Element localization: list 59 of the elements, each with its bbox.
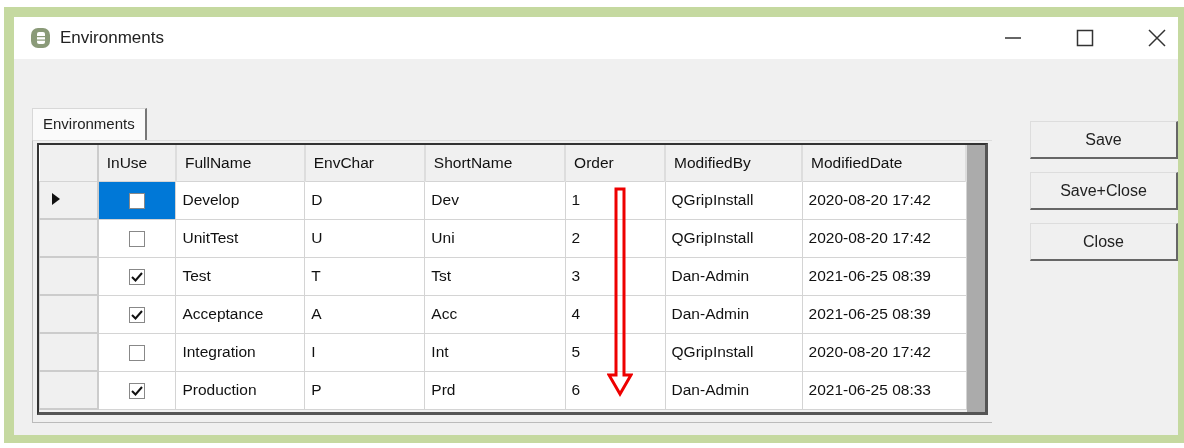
column-header[interactable]: ModifiedDate bbox=[802, 145, 966, 182]
table-cell: 2021-06-25 08:39 bbox=[802, 295, 966, 333]
table-cell: Dan-Admin bbox=[665, 257, 803, 295]
maximize-icon[interactable] bbox=[1076, 29, 1094, 47]
checkbox[interactable] bbox=[129, 193, 146, 210]
table-cell: Dan-Admin bbox=[665, 371, 803, 409]
column-header[interactable]: ModifiedBy bbox=[665, 145, 803, 182]
table-cell: 2021-06-25 08:39 bbox=[802, 257, 966, 295]
current-row-icon bbox=[52, 193, 60, 205]
table-cell: 1 bbox=[565, 181, 666, 219]
table-cell: Acceptance bbox=[175, 295, 305, 333]
table-cell: 2020-08-20 17:42 bbox=[802, 333, 966, 371]
close-icon[interactable] bbox=[1148, 29, 1166, 47]
table-cell: I bbox=[304, 333, 425, 371]
column-header[interactable]: ShortName bbox=[424, 145, 566, 182]
table-cell: Acc bbox=[424, 295, 566, 333]
table-cell: Production bbox=[175, 371, 305, 409]
table-cell: Int bbox=[424, 333, 566, 371]
dialog-button[interactable]: Close bbox=[1030, 223, 1178, 261]
column-header[interactable]: InUse bbox=[97, 145, 176, 182]
table-cell: UnitTest bbox=[175, 219, 305, 257]
table-cell: Dev bbox=[424, 181, 566, 219]
checkbox[interactable] bbox=[129, 306, 146, 323]
table-cell: U bbox=[304, 219, 425, 257]
tab[interactable]: Environments bbox=[32, 108, 147, 141]
row-header[interactable] bbox=[39, 181, 98, 219]
table-cell: Tst bbox=[424, 257, 566, 295]
checkbox[interactable] bbox=[129, 382, 146, 399]
table-cell: QGripInstall bbox=[665, 181, 803, 219]
table-cell: 4 bbox=[565, 295, 666, 333]
database-icon bbox=[30, 27, 52, 49]
table-cell: QGripInstall bbox=[665, 219, 803, 257]
table-cell: 2020-08-20 17:42 bbox=[802, 219, 966, 257]
table-cell: Develop bbox=[175, 181, 305, 219]
table-cell: Integration bbox=[175, 333, 305, 371]
table-cell: T bbox=[304, 257, 425, 295]
table-cell: Prd bbox=[424, 371, 566, 409]
table-cell: A bbox=[304, 295, 425, 333]
dialog-button[interactable]: Save+Close bbox=[1030, 172, 1178, 210]
window-title: Environments bbox=[60, 28, 164, 48]
checkbox[interactable] bbox=[129, 344, 146, 361]
checkbox[interactable] bbox=[129, 268, 146, 285]
column-header[interactable]: EnvChar bbox=[304, 145, 425, 182]
column-header[interactable]: Order bbox=[565, 145, 666, 182]
table-cell: QGripInstall bbox=[665, 333, 803, 371]
table-cell: D bbox=[304, 181, 425, 219]
table-cell: Uni bbox=[424, 219, 566, 257]
table-cell: 2020-08-20 17:42 bbox=[802, 181, 966, 219]
table-cell: Test bbox=[175, 257, 305, 295]
table-cell: 5 bbox=[565, 333, 666, 371]
column-header[interactable]: FullName bbox=[175, 145, 305, 182]
table-cell: P bbox=[304, 371, 425, 409]
dialog-button[interactable]: Save bbox=[1030, 121, 1178, 159]
checkbox[interactable] bbox=[129, 230, 146, 247]
table-cell: 2 bbox=[565, 219, 666, 257]
table-cell: Dan-Admin bbox=[665, 295, 803, 333]
table-cell: 6 bbox=[565, 371, 666, 409]
table-cell: 3 bbox=[565, 257, 666, 295]
table-cell: 2021-06-25 08:33 bbox=[802, 371, 966, 409]
